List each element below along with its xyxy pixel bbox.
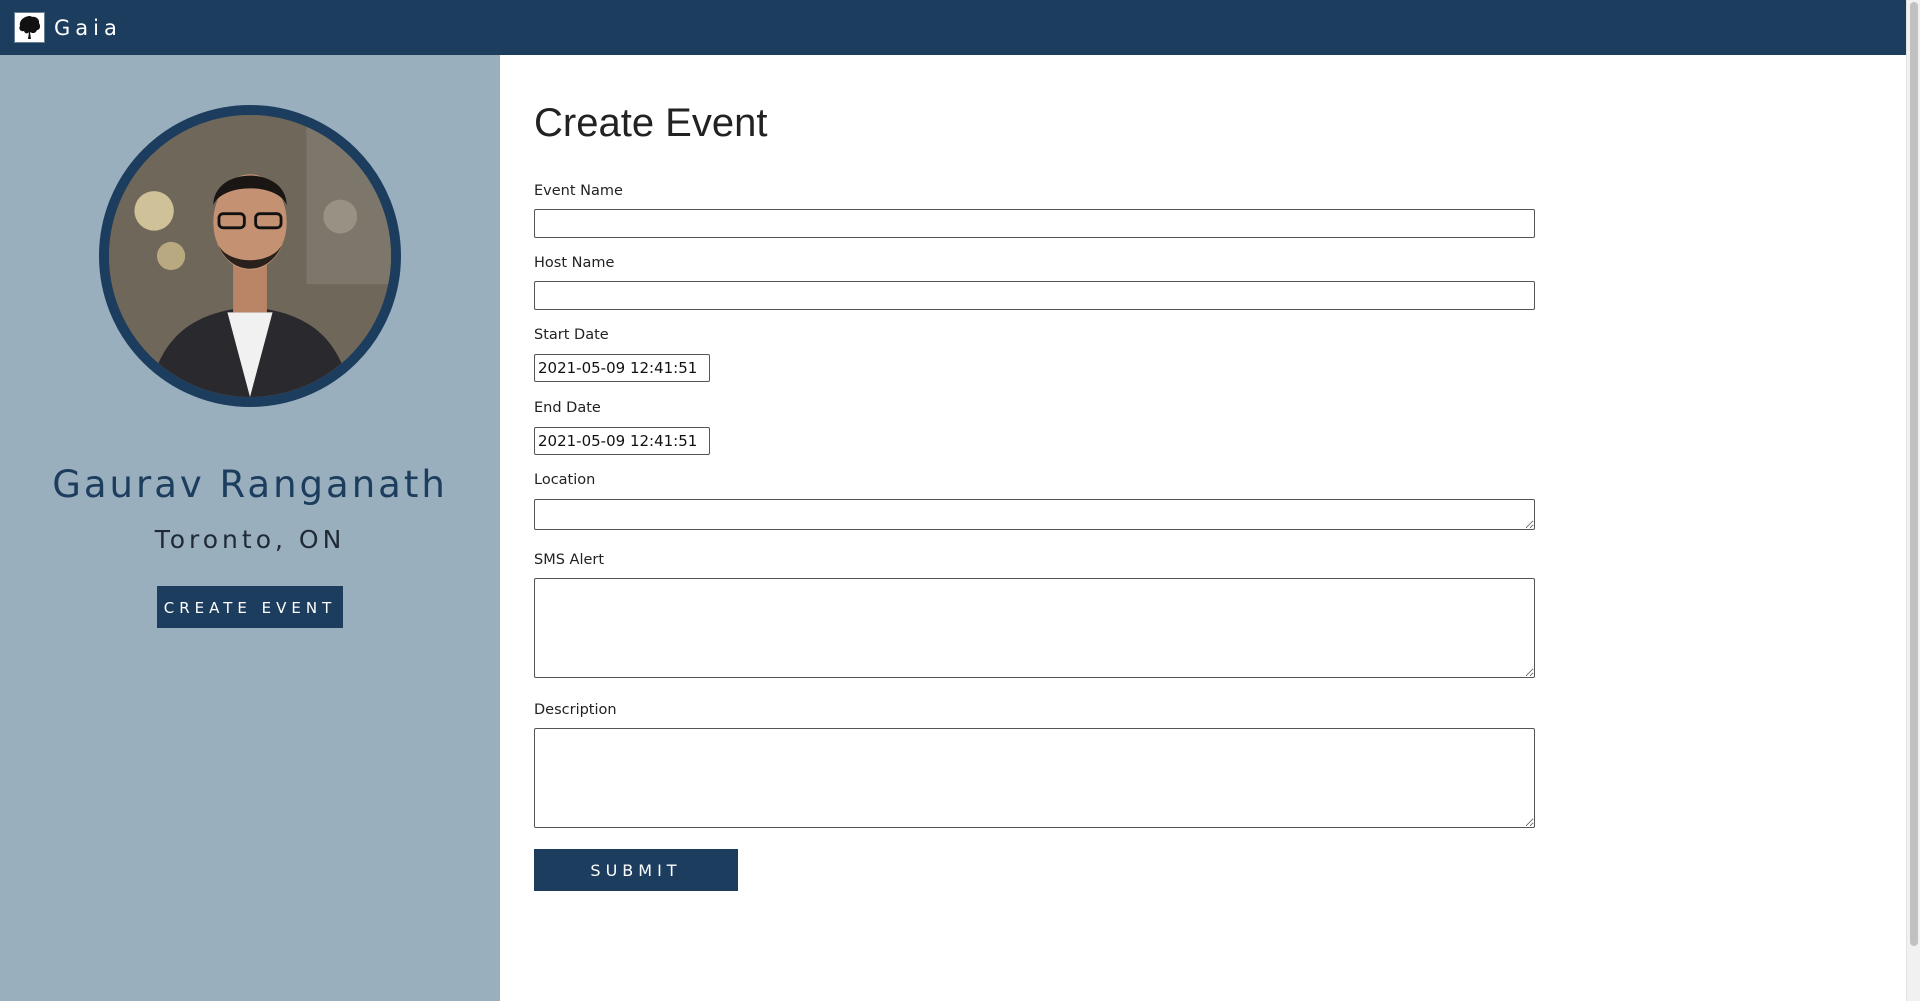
host-name-label: Host Name: [534, 255, 615, 271]
app-root: Gaia Gaurav Ranganath Toronto, ON CREATE: [0, 0, 1920, 1001]
submit-button[interactable]: SUBMIT BUTTON: [534, 849, 738, 922]
host-name-input[interactable]: [534, 281, 1535, 310]
avatar: [99, 105, 401, 407]
event-name-input[interactable]: [534, 209, 1535, 238]
start-date-label: Start Date: [534, 327, 609, 343]
create-event-button[interactable]: CREATE EVENT: [157, 586, 343, 628]
profile-photo: [109, 115, 391, 397]
profile-location: Toronto, ON: [154, 525, 346, 554]
event-name-label: Event Name: [534, 183, 623, 199]
top-navbar: Gaia: [0, 0, 1906, 55]
description-input[interactable]: [534, 728, 1535, 828]
sms-alert-input[interactable]: [534, 578, 1535, 678]
profile-name: Gaurav Ranganath: [52, 463, 448, 506]
sms-alert-label: SMS Alert: [534, 552, 605, 568]
create-event-form: Create Event Event Name Host Name Start …: [500, 55, 1906, 1001]
location-input[interactable]: [534, 499, 1535, 530]
start-date-input[interactable]: [534, 354, 710, 382]
profile-sidebar: Gaurav Ranganath Toronto, ON CREATE EVEN…: [0, 55, 500, 1001]
scrollbar-thumb[interactable]: [1910, 2, 1918, 946]
page-scrollbar[interactable]: [1906, 0, 1920, 1001]
location-label: Location: [534, 472, 596, 488]
tree-icon[interactable]: [14, 12, 45, 43]
brand-name[interactable]: Gaia: [54, 16, 122, 40]
page-title: Create Event: [534, 101, 768, 145]
end-date-label: End Date: [534, 400, 601, 416]
end-date-input[interactable]: [534, 427, 710, 455]
description-label: Description: [534, 702, 617, 718]
